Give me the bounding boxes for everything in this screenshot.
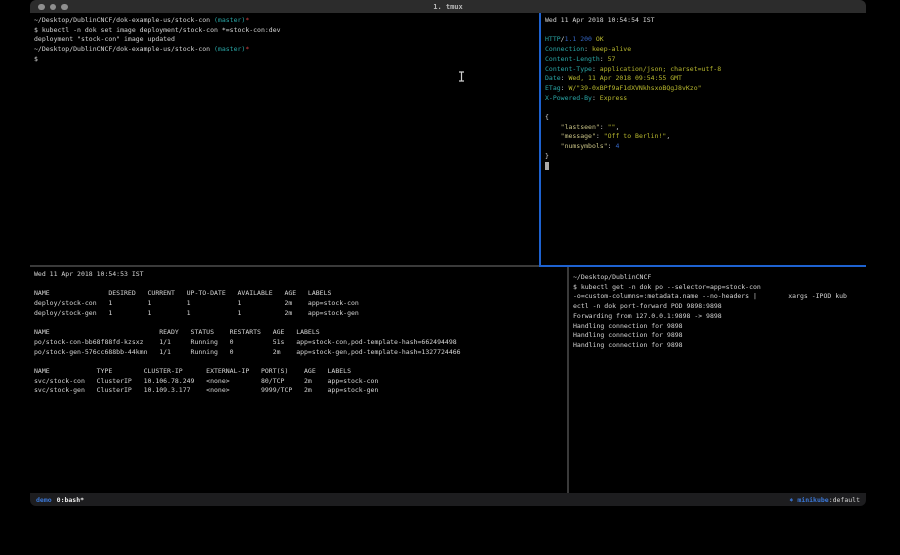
json-value: 4 — [615, 142, 619, 150]
json-comma: , — [666, 132, 670, 140]
http-header: X-Powered-By: Express — [545, 94, 866, 104]
cursor-line — [545, 162, 866, 172]
http-protocol: HTTP — [545, 35, 561, 43]
json-key: "numsymbols" — [561, 142, 608, 150]
header-key: X-Powered-By — [545, 94, 592, 102]
header-key: Content-Length — [545, 55, 600, 63]
kube-context: minikube — [797, 496, 828, 504]
http-version-code: 1.1 200 — [565, 35, 596, 43]
json-indent — [545, 132, 561, 140]
http-header: Content-Length: 57 — [545, 55, 866, 65]
json-comma: , — [615, 123, 619, 131]
terminal-body: ~/Desktop/DublinCNCF/dok-example-us/stoc… — [30, 13, 866, 493]
terminal-window: 1. tmux ~/Desktop/DublinCNCF/dok-example… — [30, 0, 866, 507]
terminal-line: ectl -n dok port-forward POD 9898:9898 — [573, 302, 866, 312]
terminal-line: Forwarding from 127.0.0.1:9898 -> 9898 — [573, 312, 866, 322]
header-key: ETag — [545, 84, 561, 92]
terminal-line: Handling connection for 9898 — [573, 322, 866, 332]
header-sep: : — [584, 45, 592, 53]
terminal-cursor — [545, 162, 549, 170]
pane-date: Wed 11 Apr 2018 10:54:54 IST — [545, 16, 866, 26]
header-key: Date — [545, 74, 561, 82]
http-header: ETag: W/"39-0xBPf9aF1dXVNkhsxoBQgJ8vKzo" — [545, 84, 866, 94]
mouse-cursor-ibeam — [458, 71, 465, 82]
header-key: Content-Type — [545, 65, 592, 73]
blank-line — [545, 103, 866, 113]
command-output: deployment "stock-con" image updated — [34, 35, 539, 45]
kube-namespace: :default — [829, 496, 860, 504]
status-right: ⎈ minikube:default — [790, 496, 860, 504]
git-branch: (master) — [214, 45, 245, 53]
prompt-path: ~/Desktop/DublinCNCF/dok-example-us/stoc… — [34, 16, 214, 24]
prompt-line: ~/Desktop/DublinCNCF/dok-example-us/stoc… — [34, 45, 539, 55]
terminal-line: ~/Desktop/DublinCNCF — [573, 273, 866, 283]
header-value: W/"39-0xBPf9aF1dXVNkhsxoBQgJ8vKzo" — [568, 84, 701, 92]
header-value: application/json; charset=utf-8 — [600, 65, 721, 73]
header-value: 57 — [608, 55, 616, 63]
prompt-symbol: $ — [34, 55, 539, 65]
json-sep: : — [600, 123, 608, 131]
prompt-path: ~/Desktop/DublinCNCF/dok-example-us/stoc… — [34, 45, 214, 53]
pane-bottom-right[interactable]: ~/Desktop/DublinCNCF$ kubectl get -n dok… — [569, 267, 866, 493]
window-title: 1. tmux — [30, 3, 866, 11]
window-titlebar[interactable]: 1. tmux — [30, 0, 866, 13]
json-indent — [545, 123, 561, 131]
terminal-line: Handling connection for 9898 — [573, 341, 866, 351]
json-entry: "numsymbols": 4 — [545, 142, 866, 152]
header-sep: : — [600, 55, 608, 63]
git-branch: (master) — [214, 16, 245, 24]
header-value: Express — [600, 94, 627, 102]
pods-table: NAME READY STATUS RESTARTS AGE LABELS po… — [34, 328, 567, 357]
header-key: Connection — [545, 45, 584, 53]
json-key: "lastseen" — [561, 123, 600, 131]
header-value: Wed, 11 Apr 2018 09:54:55 GMT — [568, 74, 682, 82]
terminal-line: Handling connection for 9898 — [573, 331, 866, 341]
json-sep: : — [596, 132, 604, 140]
json-indent — [545, 142, 561, 150]
json-close-brace: } — [545, 152, 866, 162]
prompt-line: ~/Desktop/DublinCNCF/dok-example-us/stoc… — [34, 16, 539, 26]
json-value: "Off to Berlin!" — [604, 132, 667, 140]
json-open-brace: { — [545, 113, 866, 123]
json-key: "message" — [561, 132, 596, 140]
json-entry: "message": "Off to Berlin!", — [545, 132, 866, 142]
blank-line — [545, 26, 866, 36]
header-sep: : — [592, 94, 600, 102]
window-tab[interactable]: 0:bash* — [57, 496, 84, 504]
git-dirty-flag: * — [245, 45, 249, 53]
session-name: demo — [36, 496, 52, 504]
services-table: NAME TYPE CLUSTER-IP EXTERNAL-IP PORT(S)… — [34, 367, 567, 396]
http-header: Content-Type: application/json; charset=… — [545, 65, 866, 75]
http-header: Date: Wed, 11 Apr 2018 09:54:55 GMT — [545, 74, 866, 84]
terminal-line: -o=custom-columns=:metadata.name --no-he… — [573, 292, 866, 302]
json-entry: "lastseen": "", — [545, 123, 866, 133]
command-line: $ kubectl -n dok set image deployment/st… — [34, 26, 539, 36]
header-value: keep-alive — [592, 45, 631, 53]
header-sep: : — [592, 65, 600, 73]
pane-bottom-left[interactable]: Wed 11 Apr 2018 10:54:53 IST NAME DESIRE… — [30, 267, 567, 493]
pane-top-right[interactable]: Wed 11 Apr 2018 10:54:54 IST HTTP/1.1 20… — [541, 13, 866, 265]
deployments-table: NAME DESIRED CURRENT UP-TO-DATE AVAILABL… — [34, 289, 567, 318]
tmux-status-bar: demo 0:bash* ⎈ minikube:default — [30, 493, 866, 506]
http-status-line: HTTP/1.1 200 OK — [545, 35, 866, 45]
git-dirty-flag: * — [245, 16, 249, 24]
pane-date: Wed 11 Apr 2018 10:54:53 IST — [34, 270, 567, 280]
terminal-line: $ kubectl get -n dok po --selector=app=s… — [573, 283, 866, 293]
pane-top-left[interactable]: ~/Desktop/DublinCNCF/dok-example-us/stoc… — [30, 13, 539, 265]
http-reason: OK — [596, 35, 604, 43]
http-header: Connection: keep-alive — [545, 45, 866, 55]
